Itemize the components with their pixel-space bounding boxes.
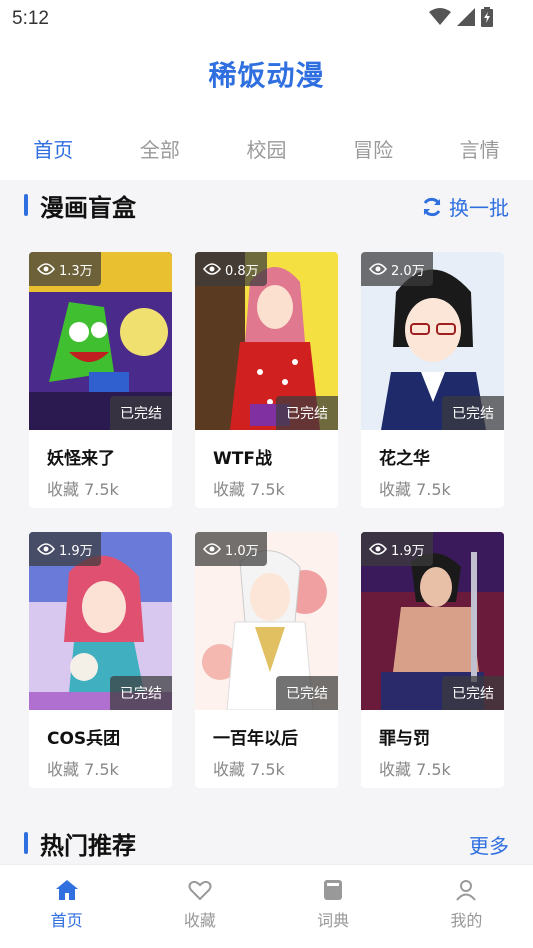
views-badge: 0.8万: [195, 252, 267, 286]
comic-favorites: 收藏 7.5k: [47, 480, 119, 499]
views-badge: 1.0万: [195, 532, 267, 566]
comic-title: WTF战: [213, 449, 272, 469]
app-title: 稀饭动漫: [208, 59, 325, 92]
eye-icon: [37, 263, 55, 275]
comic-title: 一百年以后: [213, 729, 298, 749]
status-badge: 已完结: [110, 396, 172, 430]
comic-favorites: 收藏 7.5k: [47, 760, 119, 779]
nav-home-label: 首页: [50, 911, 83, 930]
tab-campus[interactable]: 校园: [213, 134, 319, 163]
status-badge: 已完结: [276, 396, 338, 430]
views-count: 1.9万: [391, 543, 425, 559]
app-header: 稀饭动漫: [0, 36, 533, 116]
section-accent-bar: [24, 194, 28, 216]
eye-icon: [369, 263, 387, 275]
signal-icon: [457, 8, 475, 26]
bottom-nav: 首页 收藏 词典 我的: [0, 864, 533, 948]
main-content: 漫画盲盒 换一批 1.3万 已完结 妖怪来了 收藏 7.5k 0.8万 已完结 …: [0, 180, 533, 864]
nav-favorites-label: 收藏: [183, 911, 216, 930]
comic-title: 妖怪来了: [47, 449, 115, 469]
blind-box-title: 漫画盲盒: [40, 194, 136, 222]
nav-dictionary[interactable]: 词典: [267, 865, 400, 948]
comic-favorites: 收藏 7.5k: [379, 760, 451, 779]
refresh-icon: [423, 197, 441, 216]
views-count: 0.8万: [225, 263, 259, 279]
eye-icon: [203, 543, 221, 555]
refresh-label: 换一批: [449, 196, 509, 220]
comic-cover: 2.0万 已完结: [361, 252, 504, 430]
comic-card[interactable]: 1.9万 已完结 COS兵团 收藏 7.5k: [29, 532, 172, 788]
comic-card[interactable]: 2.0万 已完结 花之华 收藏 7.5k: [361, 252, 504, 508]
nav-profile-label: 我的: [450, 911, 483, 930]
comic-favorites: 收藏 7.5k: [213, 760, 285, 779]
comic-title: COS兵团: [47, 729, 121, 749]
status-badge: 已完结: [442, 396, 504, 430]
battery-icon: [481, 7, 493, 27]
views-badge: 1.9万: [361, 532, 433, 566]
tab-home[interactable]: 首页: [0, 134, 106, 163]
eye-icon: [203, 263, 221, 275]
comic-card[interactable]: 1.3万 已完结 妖怪来了 收藏 7.5k: [29, 252, 172, 508]
views-count: 1.9万: [59, 543, 93, 559]
comic-favorites: 收藏 7.5k: [379, 480, 451, 499]
comic-card[interactable]: 0.8万 已完结 WTF战 收藏 7.5k: [195, 252, 338, 508]
comic-card[interactable]: 1.9万 已完结 罪与罚 收藏 7.5k: [361, 532, 504, 788]
tab-adventure[interactable]: 冒险: [320, 134, 426, 163]
heart-icon: [188, 880, 212, 901]
category-tabs: 首页 全部 校园 冒险 言情: [0, 116, 533, 180]
tab-all[interactable]: 全部: [107, 134, 213, 163]
views-count: 1.3万: [59, 263, 93, 279]
status-bar: 5:12: [0, 0, 533, 36]
nav-profile[interactable]: 我的: [400, 865, 533, 948]
hot-title: 热门推荐: [40, 832, 136, 860]
more-link[interactable]: 更多: [469, 830, 509, 859]
section-accent-bar: [24, 832, 28, 854]
book-icon: [324, 880, 343, 900]
refresh-button[interactable]: 换一批: [421, 192, 509, 221]
comic-cover: 1.9万 已完结: [29, 532, 172, 710]
views-badge: 1.9万: [29, 532, 101, 566]
nav-home[interactable]: 首页: [0, 865, 133, 948]
nav-favorites[interactable]: 收藏: [133, 865, 266, 948]
status-icons: [429, 7, 493, 27]
comic-cover: 0.8万 已完结: [195, 252, 338, 430]
blind-box-header: 漫画盲盒 换一批: [0, 180, 533, 232]
comic-title: 罪与罚: [379, 729, 430, 749]
comic-title: 花之华: [379, 449, 430, 469]
home-icon: [55, 880, 78, 900]
comic-cover: 1.9万 已完结: [361, 532, 504, 710]
tab-romance[interactable]: 言情: [427, 134, 533, 163]
status-badge: 已完结: [110, 676, 172, 710]
eye-icon: [37, 543, 55, 555]
comic-card[interactable]: 1.0万 已完结 一百年以后 收藏 7.5k: [195, 532, 338, 788]
user-icon: [456, 880, 477, 901]
comic-cover: 1.3万 已完结: [29, 252, 172, 430]
views-badge: 2.0万: [361, 252, 433, 286]
views-count: 1.0万: [225, 543, 259, 559]
views-count: 2.0万: [391, 263, 425, 279]
comic-cover: 1.0万 已完结: [195, 532, 338, 710]
views-badge: 1.3万: [29, 252, 101, 286]
wifi-icon: [429, 8, 451, 25]
status-badge: 已完结: [276, 676, 338, 710]
status-badge: 已完结: [442, 676, 504, 710]
eye-icon: [369, 543, 387, 555]
status-time: 5:12: [12, 8, 49, 29]
hot-header: 热门推荐 更多: [0, 818, 533, 870]
nav-dictionary-label: 词典: [317, 911, 350, 930]
comic-favorites: 收藏 7.5k: [213, 480, 285, 499]
